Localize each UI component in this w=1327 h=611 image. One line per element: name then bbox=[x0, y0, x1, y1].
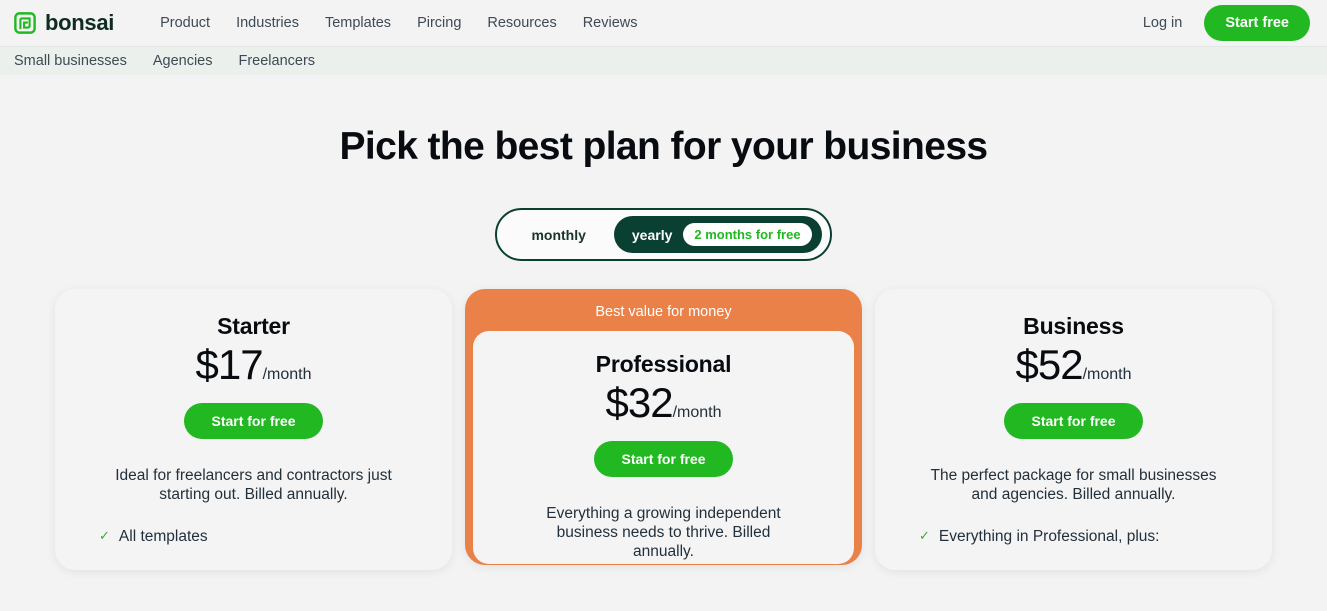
plan-price-period: /month bbox=[1082, 366, 1132, 383]
nav-item-pricing[interactable]: Pircing bbox=[417, 15, 461, 31]
plan-description: Ideal for freelancers and contractors ju… bbox=[115, 467, 392, 504]
audience-subnav: Small businesses Agencies Freelancers bbox=[0, 46, 1327, 75]
plan-description: Everything a growing independent busines… bbox=[546, 504, 781, 560]
start-for-free-button-business[interactable]: Start for free bbox=[1004, 403, 1143, 439]
start-free-button[interactable]: Start free bbox=[1204, 4, 1310, 42]
start-for-free-button-starter[interactable]: Start for free bbox=[184, 403, 323, 439]
check-icon: ✓ bbox=[99, 528, 110, 544]
main-navigation: Product Industries Templates Pircing Res… bbox=[160, 15, 637, 31]
pricing-card-professional-highlight[interactable]: Best value for money Professional $32/mo… bbox=[465, 289, 862, 565]
billing-toggle-yearly-label: yearly bbox=[631, 226, 673, 243]
feature-label: Everything in Professional, plus: bbox=[938, 528, 1160, 546]
plan-price-period: /month bbox=[262, 366, 312, 383]
plan-name: Starter bbox=[217, 313, 290, 339]
site-header: bonsai Product Industries Templates Pirc… bbox=[0, 0, 1327, 46]
pricing-card-starter[interactable]: Starter $17/month Start for free Ideal f… bbox=[55, 289, 452, 570]
plan-name: Professional bbox=[595, 350, 732, 377]
pricing-card-professional[interactable]: Professional $32/month Start for free Ev… bbox=[473, 330, 854, 564]
billing-toggle-row: monthly yearly 2 months for free bbox=[0, 208, 1327, 261]
login-link[interactable]: Log in bbox=[1143, 15, 1183, 31]
plan-price: $17/month bbox=[83, 341, 424, 389]
list-item: ✓ Everything in Professional, plus: bbox=[919, 527, 1244, 547]
pricing-plans: Starter $17/month Start for free Ideal f… bbox=[0, 289, 1327, 570]
list-item: ✓ All templates bbox=[99, 527, 424, 547]
nav-item-templates[interactable]: Templates bbox=[325, 15, 391, 31]
brand-name: bonsai bbox=[45, 10, 115, 35]
check-icon: ✓ bbox=[919, 528, 930, 544]
nav-item-industries[interactable]: Industries bbox=[236, 15, 299, 31]
subnav-item-agencies[interactable]: Agencies bbox=[153, 53, 213, 69]
plan-price-amount: $32 bbox=[605, 378, 674, 426]
feature-label: All templates bbox=[118, 528, 208, 546]
plan-column-business: Business $52/month Start for free The pe… bbox=[875, 289, 1272, 570]
plan-column-professional: Best value for money Professional $32/mo… bbox=[465, 289, 862, 565]
plan-price-amount: $52 bbox=[1015, 341, 1084, 388]
plan-feature-list-business: ✓ Everything in Professional, plus: bbox=[903, 527, 1244, 547]
plan-feature-list-starter: ✓ All templates bbox=[83, 527, 424, 547]
nav-item-product[interactable]: Product bbox=[160, 15, 210, 31]
plan-column-starter: Starter $17/month Start for free Ideal f… bbox=[55, 289, 452, 570]
plan-price-amount: $17 bbox=[195, 341, 264, 388]
plan-name: Business bbox=[1023, 313, 1124, 339]
billing-toggle-yearly[interactable]: yearly 2 months for free bbox=[613, 216, 822, 253]
plan-description: The perfect package for small businesses… bbox=[930, 467, 1217, 504]
yearly-discount-badge: 2 months for free bbox=[683, 223, 812, 246]
pricing-card-business[interactable]: Business $52/month Start for free The pe… bbox=[875, 289, 1272, 570]
start-for-free-button-professional[interactable]: Start for free bbox=[594, 440, 733, 477]
subnav-spacer bbox=[0, 75, 1327, 84]
subnav-item-small-businesses[interactable]: Small businesses bbox=[14, 53, 127, 69]
plan-price-period: /month bbox=[672, 403, 722, 421]
page-title: Pick the best plan for your business bbox=[339, 125, 988, 168]
nav-item-reviews[interactable]: Reviews bbox=[583, 15, 638, 31]
best-value-ribbon: Best value for money bbox=[595, 304, 732, 320]
bonsai-square-spiral-logo-icon bbox=[14, 12, 36, 34]
header-actions: Log in Start free bbox=[1143, 4, 1313, 42]
plan-price: $32/month bbox=[501, 379, 826, 427]
subnav-item-freelancers[interactable]: Freelancers bbox=[238, 53, 315, 69]
nav-item-resources[interactable]: Resources bbox=[487, 15, 556, 31]
plan-price: $52/month bbox=[903, 341, 1244, 389]
billing-toggle-monthly[interactable]: monthly bbox=[505, 228, 611, 242]
brand-logo[interactable]: bonsai bbox=[14, 10, 114, 36]
billing-toggle[interactable]: monthly yearly 2 months for free bbox=[495, 208, 832, 261]
